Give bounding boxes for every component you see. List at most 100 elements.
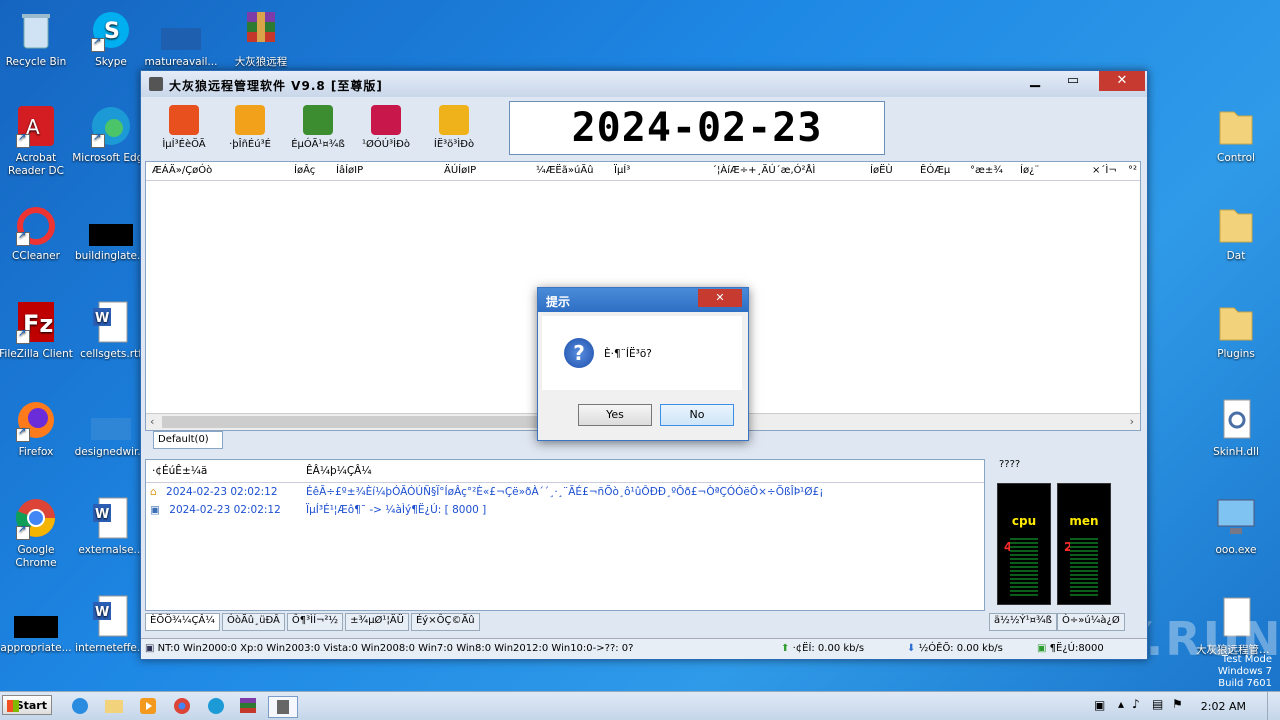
- dialog-title: 提示: [546, 295, 571, 309]
- log-time: 2024-02-23 02:02:12: [169, 504, 281, 516]
- yes-button[interactable]: Yes: [578, 404, 652, 426]
- desktop-icon-plugins-folder[interactable]: Plugins: [1196, 300, 1276, 361]
- start-button[interactable]: Start: [2, 695, 52, 715]
- flag-icon[interactable]: ⚑: [1172, 697, 1183, 711]
- log-row: ⌂ 2024-02-23 02:02:12 ÉêÃ÷£º±¾Èí¼þÓÃÓÚÑ§…: [150, 486, 823, 498]
- winrar-icon: [240, 698, 256, 713]
- column-header[interactable]: °æ±¾: [970, 165, 1003, 176]
- desktop-icon-designedwir[interactable]: designedwir...: [71, 398, 151, 459]
- tab-shortcuts[interactable]: ä½½Ý¹¤¾ß: [989, 613, 1057, 631]
- taskbar-chrome[interactable]: [170, 696, 194, 716]
- chrome-icon: [14, 496, 58, 540]
- dialog-message: È·¶¨ÍË³ö?: [604, 348, 652, 360]
- desktop-icon-winrar[interactable]: 大灰狼远程: [221, 8, 301, 69]
- cpu-gauge: cpu 4%: [997, 483, 1051, 605]
- column-header[interactable]: ÄÚÍøIP: [444, 165, 476, 176]
- column-header[interactable]: ÏµÍ³: [614, 165, 630, 176]
- close-button[interactable]: ✕: [1099, 71, 1145, 91]
- tool-utilities[interactable]: ÉµÓÃ¹¤¾ß: [283, 101, 353, 150]
- blank-file-icon: [159, 8, 203, 52]
- scroll-left-icon[interactable]: ‹: [150, 415, 154, 428]
- acrobat-icon: A: [14, 104, 58, 148]
- desktop-icon-dat-folder[interactable]: Dat: [1196, 202, 1276, 263]
- filezilla-icon: Fz: [14, 300, 58, 344]
- tool-build-service[interactable]: ·þÎñÉú³É: [215, 101, 285, 150]
- desktop-icon-word-interneteffe[interactable]: W interneteffe...: [71, 594, 151, 655]
- taskbar-clock[interactable]: 2:02 AM: [1201, 700, 1246, 713]
- tab-default-group[interactable]: Default(0): [153, 431, 223, 449]
- column-header[interactable]: ÍâÍøIP: [336, 165, 363, 176]
- scroll-right-icon[interactable]: ›: [1130, 415, 1134, 428]
- column-header[interactable]: ÊÓÆµ: [920, 165, 950, 176]
- taskbar-edge[interactable]: [204, 696, 228, 716]
- tool-exit[interactable]: ÍË³ö³ÌÐò: [419, 101, 489, 150]
- desktop-icon-word-externalse[interactable]: W externalse...: [71, 496, 151, 557]
- desktop-icon-edge[interactable]: Microsoft Edge: [71, 104, 151, 165]
- tool-system-settings[interactable]: ÌµÍ³ÉèÖÃ: [149, 101, 219, 150]
- desktop-icon-recycle-bin[interactable]: Recycle Bin: [0, 8, 76, 69]
- taskbar-ie[interactable]: [68, 696, 92, 716]
- skype-icon: S: [89, 8, 133, 52]
- column-header[interactable]: °²: [1128, 165, 1137, 176]
- volume-icon[interactable]: ♪: [1132, 697, 1140, 711]
- tab-sync[interactable]: Ô¶³ÌÍ¬²½: [286, 613, 344, 631]
- status-bar: ▣ NT:0 Win2000:0 Xp:0 Win2003:0 Vista:0 …: [141, 638, 1147, 659]
- mem-bars: [1070, 538, 1098, 598]
- wolf-tray-icon[interactable]: ▣: [1094, 698, 1105, 712]
- desktop-icon-file[interactable]: matureavail...: [141, 8, 221, 69]
- tab-local[interactable]: ±¾µØ¹¦ÄÜ: [345, 613, 409, 631]
- minimize-button[interactable]: ▁: [1021, 71, 1049, 91]
- column-header[interactable]: ¼ÆËã»úÃû: [536, 165, 594, 176]
- word-document-icon: W: [89, 594, 133, 638]
- desktop-icon-skype[interactable]: S Skype: [71, 8, 151, 69]
- monitor-small-icon: ▣: [145, 643, 155, 654]
- desktop-icon-appropriate[interactable]: appropriate...: [0, 594, 76, 655]
- column-header[interactable]: ×´Ì¬: [1092, 165, 1117, 176]
- network-tray-icon[interactable]: ▤: [1152, 697, 1163, 711]
- log-header-time: ·¢ÉúÊ±¼ä: [152, 465, 208, 477]
- tab-monitor[interactable]: Ò÷»ú¼à¿Ø: [1056, 613, 1125, 631]
- no-button[interactable]: No: [660, 404, 734, 426]
- chrome-icon: [174, 698, 190, 714]
- dialog-close-button[interactable]: ✕: [698, 289, 742, 307]
- taskbar-remote-app[interactable]: [268, 696, 298, 718]
- wolf-app-icon: [277, 700, 289, 714]
- host-list-header: ÆÁÄ»/ÇøÓò ÍøÂç ÍâÍøIP ÄÚÍøIP ¼ÆËã»úÃû Ïµ…: [146, 162, 1140, 181]
- tab-log[interactable]: ÈÕÖ¾¼ÇÂ¼: [145, 613, 220, 631]
- tray-expand-icon[interactable]: ▴: [1118, 697, 1124, 711]
- event-log: ·¢ÉúÊ±¼ä ÊÂ¼þ¼ÇÂ¼ ⌂ 2024-02-23 02:02:12 …: [145, 459, 985, 611]
- desktop-icon-ooo-exe[interactable]: ooo.exe: [1196, 496, 1276, 557]
- column-header[interactable]: ÍøËÙ: [870, 165, 893, 176]
- maximize-button[interactable]: ▭: [1059, 71, 1087, 91]
- desktop-icon-acrobat[interactable]: A Acrobat Reader DC: [0, 104, 76, 178]
- taskbar-media[interactable]: [136, 696, 160, 716]
- windows-flag-icon: [7, 700, 19, 712]
- show-desktop-button[interactable]: [1267, 692, 1280, 720]
- title-bar[interactable]: 大灰狼远程管理软件 V9.8 [至尊版] ▁ ▭ ✕: [141, 71, 1147, 97]
- tab-domain[interactable]: ÓòÃû¸üÐÂ: [221, 613, 285, 631]
- folder-icon: [1214, 300, 1258, 344]
- desktop-icon-control-folder[interactable]: Control: [1196, 104, 1276, 165]
- key-icon: [371, 105, 401, 135]
- column-header[interactable]: Íø¿¨: [1020, 165, 1039, 176]
- edge-icon: [208, 698, 224, 714]
- column-header[interactable]: ÆÁÄ»/ÇøÓò: [152, 165, 212, 176]
- desktop-icon-chrome[interactable]: Google Chrome: [0, 496, 76, 570]
- tab-sign[interactable]: Éý×ÔÇ©Ãû: [410, 613, 480, 631]
- upload-speed: ⬆ ·¢ËÍ: 0.00 kb/s: [781, 643, 865, 654]
- dialog-title-bar[interactable]: 提示 ✕: [538, 288, 748, 312]
- recycle-bin-icon: [14, 8, 58, 52]
- desktop-icon-word-cellsgets[interactable]: W cellsgets.rtf: [71, 300, 151, 361]
- desktop-icon-black-file[interactable]: buildinglate...: [71, 202, 151, 263]
- desktop-icon-ccleaner[interactable]: CCleaner: [0, 202, 76, 263]
- tool-about[interactable]: ¹ØÓÚ³ÌÐò: [351, 101, 421, 150]
- taskbar-winrar[interactable]: [236, 696, 260, 716]
- column-header[interactable]: ÍøÂç: [294, 165, 315, 176]
- log-text: ÏµÍ³É¹¦Æô¶¯ -> ¼àÌý¶Ë¿Ú: [ 8000 ]: [306, 504, 487, 516]
- column-header[interactable]: ´¦ÀíÆ÷+¸ÄÚ´æ,Ó²ÅÌ: [712, 165, 815, 176]
- desktop-icon-firefox[interactable]: Firefox: [0, 398, 76, 459]
- desktop-icon-skinh-dll[interactable]: SkinH.dll: [1196, 398, 1276, 459]
- event-log-header: ·¢ÉúÊ±¼ä ÊÂ¼þ¼ÇÂ¼: [146, 460, 984, 483]
- desktop-icon-filezilla[interactable]: Fz FileZilla Client: [0, 300, 76, 361]
- taskbar-explorer[interactable]: [102, 696, 126, 716]
